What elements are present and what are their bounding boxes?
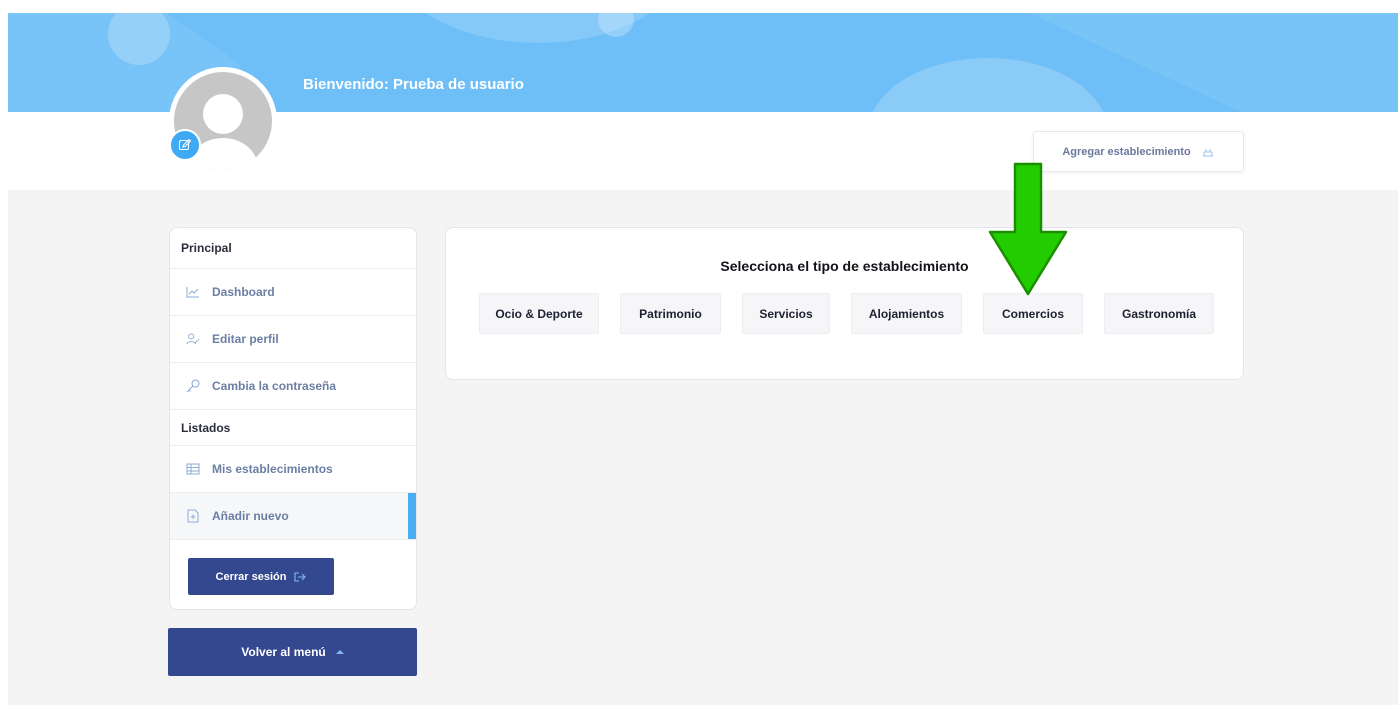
caret-up-icon	[335, 650, 344, 654]
establishment-type-title: Selecciona el tipo de establecimiento	[720, 258, 969, 274]
add-establishment-label: Agregar establecimiento	[1062, 145, 1191, 158]
logout-button[interactable]: Cerrar sesión	[188, 558, 334, 595]
back-to-menu-label: Volver al menú	[241, 645, 326, 659]
sidebar-item-add-new[interactable]: Añadir nuevo	[170, 493, 416, 540]
sidebar-section-listados: Listados	[170, 410, 416, 446]
sidebar-item-my-establishments[interactable]: Mis establecimientos	[170, 446, 416, 493]
key-icon	[186, 379, 200, 393]
sidebar-item-label: Editar perfil	[212, 332, 279, 346]
type-button-alojamientos[interactable]: Alojamientos	[851, 293, 962, 334]
annotation-arrow-icon	[988, 162, 1068, 296]
sidebar-item-label: Añadir nuevo	[212, 509, 289, 523]
edit-icon	[178, 138, 192, 151]
type-button-ocio-deporte[interactable]: Ocio & Deporte	[479, 293, 599, 334]
table-icon	[186, 462, 200, 476]
cake-icon	[1202, 148, 1213, 157]
edit-avatar-button[interactable]	[169, 129, 201, 161]
file-plus-icon	[186, 509, 200, 523]
sidebar-section-principal: Principal	[170, 228, 416, 269]
welcome-title: Bienvenido: Prueba de usuario	[303, 76, 524, 93]
type-button-gastronomia[interactable]: Gastronomía	[1104, 293, 1214, 334]
sidebar: Principal Dashboard Editar perfil Cambia…	[169, 227, 417, 610]
sidebar-item-edit-profile[interactable]: Editar perfil	[170, 316, 416, 363]
sign-out-icon	[294, 571, 307, 582]
sidebar-item-label: Cambia la contraseña	[212, 379, 337, 393]
type-button-servicios[interactable]: Servicios	[742, 293, 830, 334]
back-to-menu-button[interactable]: Volver al menú	[168, 628, 417, 676]
establishment-type-list: Ocio & Deporte Patrimonio Servicios Aloj…	[479, 293, 1214, 334]
page: Bienvenido: Prueba de usuario Agregar es…	[8, 13, 1398, 705]
sidebar-item-change-password[interactable]: Cambia la contraseña	[170, 363, 416, 410]
establishment-type-card: Selecciona el tipo de establecimiento Oc…	[445, 227, 1244, 380]
logout-label: Cerrar sesión	[215, 570, 287, 583]
chart-line-icon	[186, 285, 200, 299]
sidebar-item-label: Dashboard	[212, 285, 275, 299]
user-edit-icon	[186, 332, 200, 346]
type-button-patrimonio[interactable]: Patrimonio	[620, 293, 721, 334]
sidebar-item-dashboard[interactable]: Dashboard	[170, 269, 416, 316]
sidebar-item-label: Mis establecimientos	[212, 462, 333, 476]
